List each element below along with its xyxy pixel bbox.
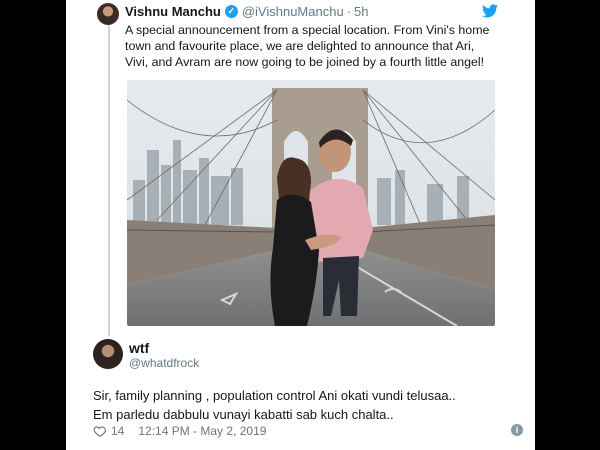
author-handle[interactable]: @iVishnuManchu xyxy=(242,4,344,19)
info-icon[interactable]: i xyxy=(511,424,523,436)
twitter-bird-icon[interactable] xyxy=(482,4,498,18)
tweet-footer: 14 12:14 PM - May 2, 2019 i xyxy=(93,424,523,438)
tweet-time[interactable]: 5h xyxy=(354,4,368,19)
reply-tweet-text: Sir, family planning , population contro… xyxy=(93,386,533,424)
verified-icon: ✓ xyxy=(224,5,238,18)
tweet-card: Vishnu Manchu ✓ @iVishnuManchu · 5h A sp… xyxy=(66,0,535,450)
like-count[interactable]: 14 xyxy=(111,424,124,438)
heart-icon[interactable] xyxy=(93,424,107,438)
tweet-photo[interactable] xyxy=(127,80,495,326)
avatar[interactable] xyxy=(97,3,119,25)
reply-text-line: Sir, family planning , population contro… xyxy=(93,388,456,403)
separator-dot: · xyxy=(346,4,352,19)
author-name[interactable]: Vishnu Manchu xyxy=(125,4,221,19)
bridge-photo-illustration xyxy=(127,80,495,326)
quoted-tweet-text: A special announcement from a special lo… xyxy=(125,23,490,69)
reply-author-handle[interactable]: @whatdfrock xyxy=(129,356,199,370)
quoted-tweet-header: Vishnu Manchu ✓ @iVishnuManchu · 5h xyxy=(125,4,369,19)
thread-line xyxy=(108,24,110,336)
avatar[interactable] xyxy=(93,339,123,369)
reply-author-name[interactable]: wtf xyxy=(129,340,149,356)
reply-text-line: Em parledu dabbulu vunayi kabatti sab ku… xyxy=(93,407,394,422)
quoted-tweet[interactable]: Vishnu Manchu ✓ @iVishnuManchu · 5h A sp… xyxy=(66,0,535,336)
tweet-timestamp[interactable]: 12:14 PM - May 2, 2019 xyxy=(138,424,266,438)
